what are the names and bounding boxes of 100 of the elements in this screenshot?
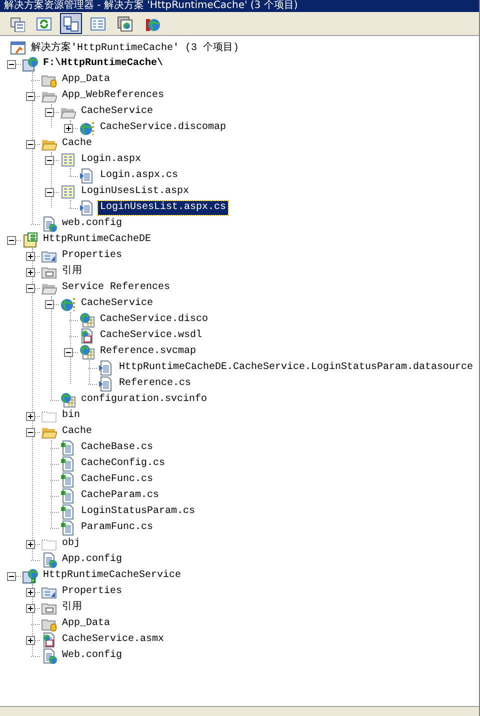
plus-icon [27, 268, 34, 276]
tree-item[interactable]: Reference.svcmap [98, 345, 198, 359]
expand-button[interactable] [26, 588, 35, 596]
window-globe-icon [117, 16, 133, 32]
tree-item[interactable]: configuration.svcinfo [79, 393, 210, 407]
properties-icon [9, 16, 25, 32]
tree-item[interactable]: CacheService.asmx [60, 633, 166, 647]
expand-button[interactable] [26, 412, 35, 420]
web-form-icon [60, 152, 76, 168]
tree-item[interactable]: LoginUsesList.aspx [79, 185, 192, 199]
expand-button[interactable] [26, 268, 35, 276]
web-document-icon [79, 344, 95, 360]
expand-button[interactable] [26, 604, 35, 612]
tree-item[interactable]: CacheBase.cs [79, 441, 156, 455]
web-service-icon [79, 120, 95, 136]
toolbar-button[interactable] [60, 13, 82, 34]
code-file-icon [98, 360, 114, 376]
tree-item[interactable]: App_Data [60, 617, 112, 631]
code-file-icon [98, 376, 114, 392]
tree-item[interactable]: CacheConfig.cs [79, 457, 168, 471]
plus-icon [27, 588, 34, 596]
collapse-button[interactable] [7, 572, 16, 580]
plus-icon [27, 540, 34, 548]
expand-button[interactable] [64, 124, 73, 132]
web-project-icon [22, 56, 38, 72]
solution-icon [10, 40, 26, 56]
collapse-button[interactable] [64, 348, 73, 356]
plus-icon [27, 412, 34, 420]
tree-item[interactable]: 解决方案'HttpRuntimeCache' (3 个项目) [29, 40, 242, 56]
tree-item[interactable]: Cache [60, 425, 94, 439]
web-document-icon [60, 392, 76, 408]
tree-item[interactable]: Web.config [60, 649, 124, 663]
tree-item[interactable]: LoginStatusParam.cs [79, 505, 198, 519]
web-document-icon [79, 328, 95, 344]
horizontal-scrollbar[interactable] [0, 706, 479, 716]
web-project-icon [22, 568, 38, 584]
tree-item[interactable]: Service References [60, 281, 172, 295]
collapse-button[interactable] [45, 108, 54, 116]
plus-icon [65, 124, 72, 132]
web-service-icon [60, 296, 76, 312]
tree-item[interactable]: HttpRuntimeCacheDE [41, 233, 154, 247]
tree-item[interactable]: F:\HttpRuntimeCache\ [41, 57, 166, 71]
tree-item[interactable]: 引用 [60, 265, 84, 279]
web-document-icon [41, 632, 57, 648]
expand-button[interactable] [26, 252, 35, 260]
collapse-button[interactable] [26, 284, 35, 292]
collapse-button[interactable] [26, 92, 35, 100]
code-file-icon [79, 168, 95, 184]
tree-item[interactable]: CacheService [79, 297, 156, 311]
tree-item[interactable]: CacheFunc.cs [79, 473, 156, 487]
tree-item[interactable]: HttpRuntimeCacheDE.CacheService.LoginStatusParam.datasource [117, 361, 476, 375]
tree-item[interactable]: CacheParam.cs [79, 489, 162, 503]
tree-item[interactable]: App_WebReferences [60, 89, 166, 103]
web-form-icon [60, 184, 76, 200]
tree-item[interactable]: Properties [60, 249, 124, 263]
tree-item[interactable]: LoginUsesList.aspx.cs [98, 201, 228, 215]
class-view-icon [90, 16, 106, 32]
tree-item[interactable]: CacheService.disco [98, 313, 210, 327]
collapse-button[interactable] [45, 300, 54, 308]
tree-item[interactable]: HttpRuntimeCacheService [41, 569, 184, 583]
tree-item[interactable]: 引用 [60, 601, 84, 615]
config-file-icon [41, 216, 57, 232]
csharp-file-icon [60, 440, 76, 456]
tree-item[interactable]: Properties [60, 585, 124, 599]
collapse-button[interactable] [7, 60, 16, 68]
expand-button[interactable] [26, 636, 35, 644]
csharp-file-icon [60, 472, 76, 488]
project-icon [22, 232, 38, 248]
tree-item[interactable]: CacheService.wsdl [98, 329, 204, 343]
tree-item[interactable]: obj [60, 537, 82, 551]
show-all-files-icon [63, 16, 79, 32]
csharp-file-icon [60, 520, 76, 536]
tree-item[interactable]: bin [60, 409, 82, 423]
expand-button[interactable] [26, 540, 35, 548]
plus-icon [27, 252, 34, 260]
plus-icon [27, 604, 34, 612]
tree-item[interactable]: web.config [60, 217, 124, 231]
refresh-icon [36, 16, 52, 32]
collapse-button[interactable] [45, 188, 54, 196]
plus-icon [27, 636, 34, 644]
tree-item[interactable]: CacheService.discomap [98, 121, 228, 135]
tree-item[interactable]: Login.aspx [79, 153, 144, 167]
collapse-button[interactable] [45, 156, 54, 164]
tree-item[interactable]: Login.aspx.cs [98, 169, 180, 183]
collapse-button[interactable] [7, 236, 16, 244]
csharp-file-icon [60, 488, 76, 504]
tree-item[interactable]: Reference.cs [117, 377, 194, 391]
csharp-file-icon [60, 456, 76, 472]
web-document-icon [79, 312, 95, 328]
tree-item[interactable]: ParamFunc.cs [79, 521, 156, 535]
collapse-button[interactable] [26, 428, 35, 436]
collapse-button[interactable] [26, 140, 35, 148]
tree-item[interactable]: App.config [60, 553, 124, 567]
tree-item[interactable]: Cache [60, 137, 94, 151]
config-file-icon [41, 552, 57, 568]
tree-item[interactable]: CacheService [79, 105, 156, 119]
code-file-icon [79, 200, 95, 216]
csharp-file-icon [60, 504, 76, 520]
config-file-icon [41, 648, 57, 664]
tree-item[interactable]: App_Data [60, 73, 112, 87]
